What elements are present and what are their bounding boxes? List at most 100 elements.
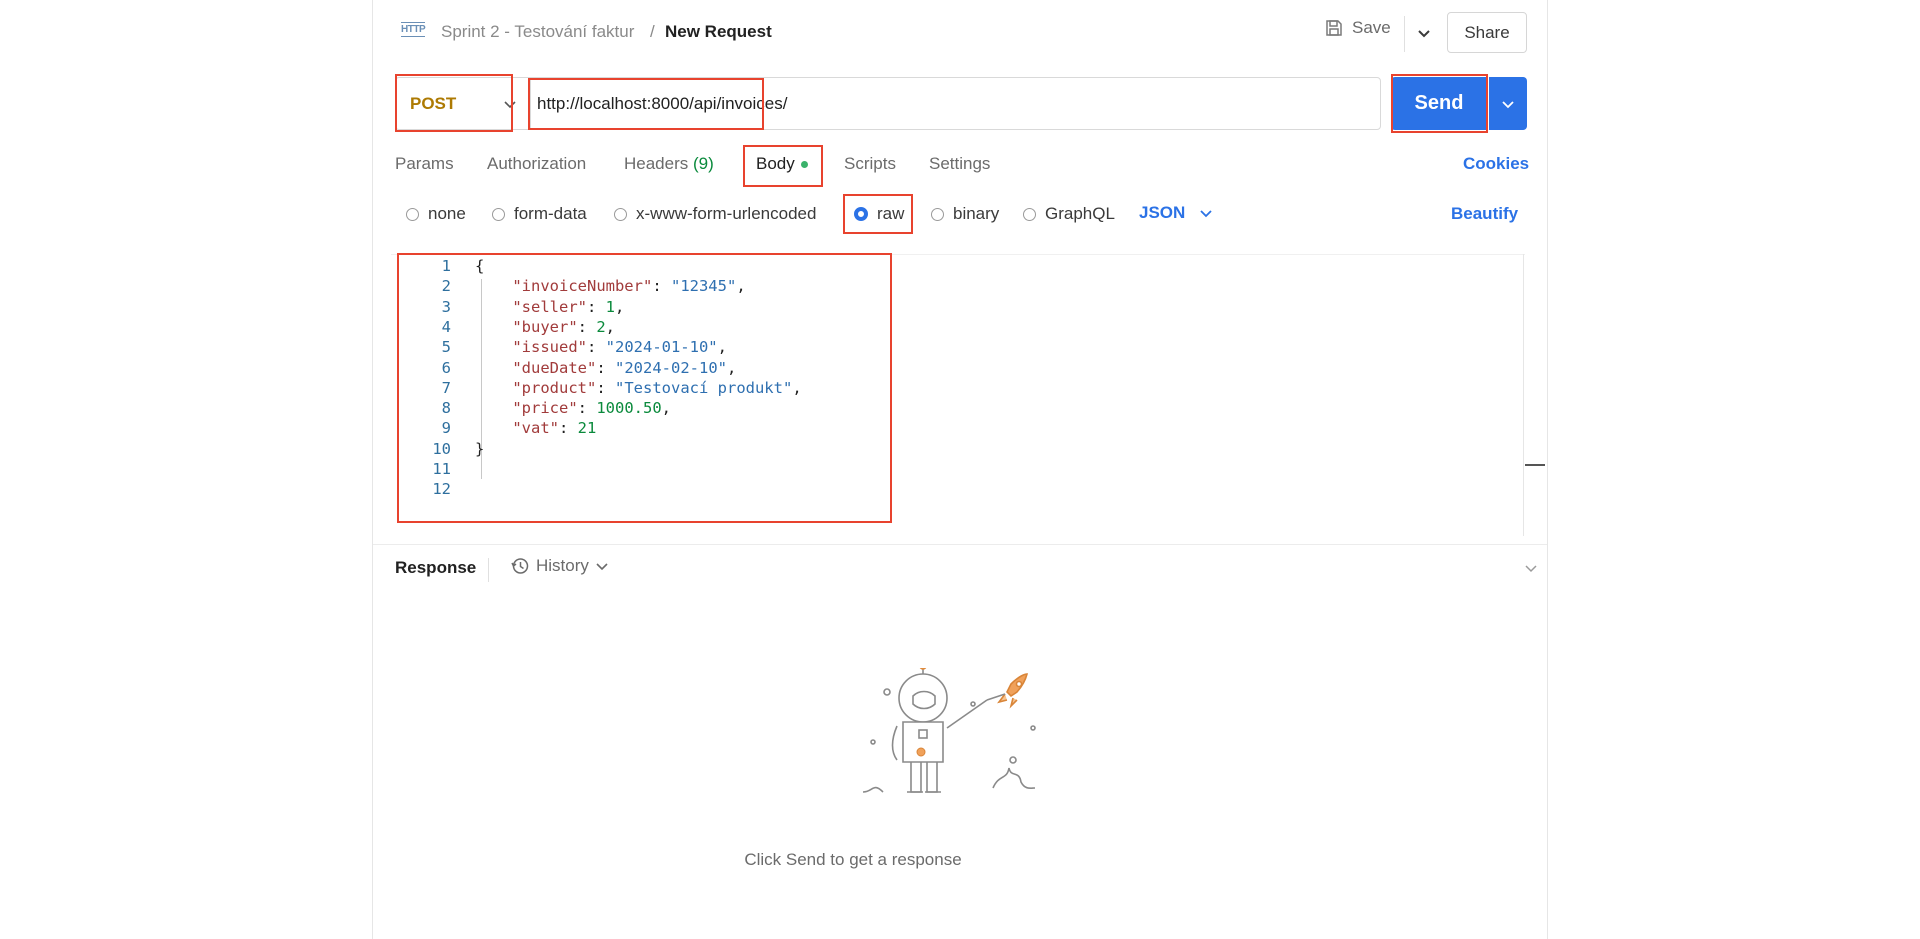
radio-icon bbox=[406, 207, 419, 221]
beautify-button[interactable]: Beautify bbox=[1451, 204, 1518, 224]
json-key: "product" bbox=[512, 378, 597, 397]
tab-body[interactable]: Body bbox=[756, 154, 808, 174]
code-line: } bbox=[475, 439, 485, 458]
body-type-graphql[interactable]: GraphQL bbox=[1023, 204, 1115, 224]
line-number: 3 bbox=[441, 297, 451, 316]
radio-icon bbox=[1023, 207, 1036, 221]
body-type-label: raw bbox=[877, 204, 905, 223]
share-button[interactable]: Share bbox=[1447, 12, 1527, 53]
code-line: "dueDate": "2024-02-10", bbox=[512, 358, 737, 377]
json-comma: , bbox=[661, 399, 671, 418]
tab-scripts[interactable]: Scripts bbox=[844, 154, 896, 174]
json-comma: , bbox=[726, 358, 737, 377]
tab-headers-count: (9) bbox=[693, 154, 714, 173]
breadcrumb-parent[interactable]: Sprint 2 - Testování faktur bbox=[441, 22, 634, 42]
editor-scrollbar[interactable] bbox=[1523, 254, 1524, 536]
json-comma: , bbox=[605, 317, 616, 336]
astronaut-illustration bbox=[863, 668, 1036, 793]
radio-icon bbox=[492, 207, 505, 221]
body-type-label: none bbox=[428, 204, 466, 223]
line-number: 10 bbox=[432, 439, 451, 458]
empty-response-message: Click Send to get a response bbox=[744, 850, 962, 869]
method-label: POST bbox=[410, 93, 457, 113]
body-type-binary[interactable]: binary bbox=[931, 204, 999, 224]
json-key: "vat" bbox=[512, 419, 559, 438]
body-type-raw[interactable]: raw bbox=[854, 204, 904, 224]
json-comma: , bbox=[615, 297, 625, 316]
tab-headers[interactable]: Headers (9) bbox=[624, 154, 714, 174]
code-line: "issued": "2024-01-10", bbox=[512, 338, 727, 357]
line-number: 12 bbox=[432, 480, 451, 499]
code-line: "seller": 1, bbox=[512, 297, 625, 316]
line-number: 1 bbox=[441, 257, 451, 275]
json-value: 1000.50 bbox=[596, 399, 662, 418]
url-input[interactable]: http://localhost:8000/api/invoices/ bbox=[530, 77, 1381, 130]
line-number: 5 bbox=[441, 338, 451, 357]
chevron-down-icon bbox=[504, 100, 516, 108]
body-type-label: GraphQL bbox=[1045, 204, 1115, 223]
json-value: 21 bbox=[577, 419, 597, 438]
radio-icon bbox=[614, 207, 627, 221]
save-icon bbox=[1326, 20, 1342, 36]
http-icon: HTTP bbox=[401, 22, 426, 37]
collapse-response-chevron-icon[interactable] bbox=[1523, 560, 1539, 576]
radio-selected-icon bbox=[854, 207, 868, 221]
save-button[interactable]: Save bbox=[1324, 18, 1391, 38]
save-options-chevron-icon[interactable] bbox=[1415, 24, 1433, 42]
response-divider bbox=[488, 558, 489, 582]
save-label: Save bbox=[1352, 18, 1391, 37]
format-select[interactable]: JSON bbox=[1139, 203, 1213, 223]
chevron-down-icon bbox=[1200, 210, 1212, 218]
json-key: "dueDate" bbox=[512, 358, 597, 377]
send-button[interactable]: Send bbox=[1391, 77, 1487, 130]
request-title[interactable]: New Request bbox=[665, 22, 772, 42]
chevron-down-icon bbox=[596, 563, 608, 571]
tab-authorization[interactable]: Authorization bbox=[487, 154, 586, 174]
line-number: 4 bbox=[441, 317, 451, 336]
history-button[interactable]: History bbox=[510, 556, 609, 576]
tab-headers-label: Headers bbox=[624, 154, 689, 173]
url-text: http://localhost:8000/api/invoices/ bbox=[537, 93, 788, 113]
line-number: 6 bbox=[441, 358, 451, 377]
line-number: 8 bbox=[441, 399, 451, 418]
tab-body-label: Body bbox=[756, 154, 795, 173]
body-modified-dot bbox=[800, 161, 808, 169]
body-type-none[interactable]: none bbox=[406, 204, 466, 224]
chevron-down-icon bbox=[1502, 100, 1514, 108]
body-type-label: binary bbox=[953, 204, 1000, 223]
json-key: "price" bbox=[512, 399, 578, 418]
method-select[interactable]: POST bbox=[395, 77, 530, 130]
code-line: "buyer": 2, bbox=[512, 317, 616, 336]
code-line: "price": 1000.50, bbox=[512, 399, 671, 418]
scrollbar-marker bbox=[1525, 464, 1545, 466]
breadcrumb-separator: / bbox=[650, 22, 655, 41]
json-key: "issued" bbox=[512, 338, 587, 357]
json-value: "12345" bbox=[670, 277, 737, 296]
code-line: "vat": 21 bbox=[512, 419, 597, 438]
json-value: 1 bbox=[605, 297, 615, 316]
code-line: "product": "Testovací produkt", bbox=[512, 378, 802, 397]
tab-params[interactable]: Params bbox=[395, 154, 454, 174]
request-workspace: HTTP Sprint 2 - Testování faktur / New R… bbox=[372, 0, 1548, 939]
json-comma: , bbox=[792, 378, 802, 397]
radio-icon bbox=[931, 207, 944, 221]
code-line: { bbox=[475, 257, 485, 275]
json-value: "2024-02-10" bbox=[615, 358, 727, 377]
send-options-button[interactable] bbox=[1489, 77, 1527, 130]
body-type-label: form-data bbox=[514, 204, 587, 223]
body-editor[interactable]: 1 2 3 4 5 6 7 8 9 10 11 12 { "invoiceNumber": "1234… bbox=[391, 254, 1525, 537]
line-number: 7 bbox=[441, 378, 451, 397]
body-type-urlencoded[interactable]: x-www-form-urlencoded bbox=[614, 204, 816, 224]
json-comma: , bbox=[717, 338, 727, 357]
line-number: 11 bbox=[432, 460, 451, 478]
cookies-link[interactable]: Cookies bbox=[1463, 154, 1529, 174]
tab-settings[interactable]: Settings bbox=[929, 154, 990, 174]
json-key: "buyer" bbox=[512, 317, 578, 336]
json-value: "2024-01-10" bbox=[605, 338, 718, 357]
body-type-form-data[interactable]: form-data bbox=[492, 204, 587, 224]
line-number: 2 bbox=[441, 277, 451, 296]
format-label: JSON bbox=[1139, 203, 1186, 222]
json-comma: , bbox=[736, 277, 746, 296]
json-value: "Testovací produkt" bbox=[615, 378, 793, 397]
history-label: History bbox=[536, 556, 589, 575]
